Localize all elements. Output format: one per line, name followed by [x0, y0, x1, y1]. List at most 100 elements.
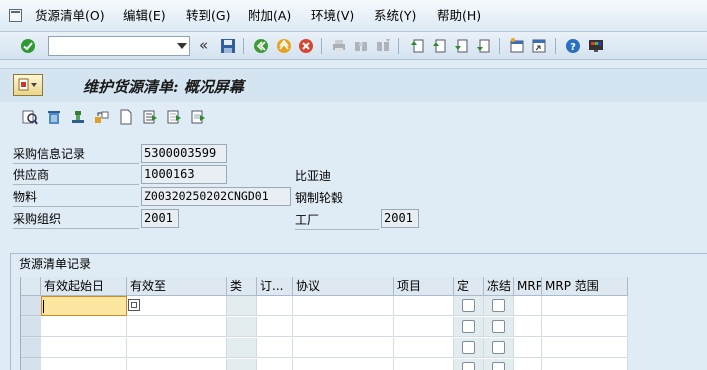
delete-icon[interactable]	[45, 109, 62, 125]
row-selector[interactable]	[21, 359, 41, 370]
column-header-valid-to[interactable]: 有效至	[127, 277, 227, 296]
material-field[interactable]: Z00320250202CNGD01	[141, 187, 291, 206]
agreement-cell[interactable]	[293, 359, 394, 370]
item-cell[interactable]	[394, 296, 454, 316]
help-icon[interactable]: ?	[564, 37, 582, 55]
valid-to-input[interactable]	[127, 359, 227, 370]
menu-system[interactable]: 系统(Y)	[374, 8, 416, 24]
column-header-valid-from[interactable]: 有效起始日	[41, 277, 127, 296]
category-cell[interactable]	[227, 359, 257, 370]
order-unit-cell[interactable]	[257, 338, 293, 358]
select-all-rows-button[interactable]	[21, 277, 41, 296]
overflow-chevron-icon[interactable]: «	[199, 36, 208, 54]
command-field[interactable]	[48, 36, 190, 56]
detail-icon[interactable]	[21, 109, 38, 125]
item-cell[interactable]	[394, 317, 454, 337]
agreement-cell[interactable]	[293, 317, 394, 337]
valid-from-input[interactable]	[41, 317, 127, 337]
create-session-icon[interactable]	[508, 37, 526, 55]
find-icon[interactable]	[352, 37, 370, 55]
info-record-field[interactable]: 5300003599	[141, 144, 227, 163]
find-next-icon[interactable]	[374, 37, 392, 55]
column-header-agreement[interactable]: 协议	[293, 277, 394, 296]
fixed-checkbox[interactable]	[462, 341, 475, 354]
order-unit-cell[interactable]	[257, 317, 293, 337]
enter-check-icon[interactable]	[19, 37, 37, 55]
valid-from-input[interactable]	[41, 338, 127, 358]
fix-icon[interactable]	[69, 109, 86, 125]
command-input[interactable]	[49, 37, 169, 55]
select-all-icon[interactable]	[141, 109, 158, 125]
fixed-checkbox[interactable]	[462, 362, 475, 370]
menu-goto[interactable]: 转到(G)	[186, 8, 230, 24]
column-header-blocked[interactable]: 冻结	[484, 277, 514, 296]
back-icon[interactable]	[252, 37, 270, 55]
menu-sourcelist[interactable]: 货源清单(O)	[35, 8, 105, 24]
item-cell[interactable]	[394, 359, 454, 370]
menu-help[interactable]: 帮助(H)	[437, 8, 481, 24]
item-cell[interactable]	[394, 338, 454, 358]
chevron-down-icon[interactable]	[177, 43, 187, 49]
blocked-checkbox[interactable]	[492, 299, 505, 312]
valid-from-input[interactable]	[41, 296, 127, 316]
transaction-menu-icon[interactable]	[13, 74, 43, 96]
column-header-fixed[interactable]: 定	[454, 277, 484, 296]
column-header-category[interactable]: 类	[227, 277, 257, 296]
menu-edit[interactable]: 编辑(E)	[123, 8, 166, 24]
order-unit-cell[interactable]	[257, 359, 293, 370]
window-menu-icon[interactable]	[9, 9, 22, 22]
category-cell[interactable]	[227, 317, 257, 337]
save-icon[interactable]	[219, 37, 237, 55]
mrp-area-cell[interactable]	[542, 317, 628, 337]
agreement-cell[interactable]	[293, 296, 394, 316]
valid-to-input[interactable]	[127, 296, 227, 316]
menu-extras[interactable]: 附加(A)	[248, 8, 291, 24]
valid-to-input[interactable]	[127, 338, 227, 358]
cancel-icon[interactable]	[297, 37, 315, 55]
mrp-cell[interactable]	[514, 359, 542, 370]
row-selector[interactable]	[21, 296, 41, 316]
row-selector[interactable]	[21, 317, 41, 337]
svg-text:?: ?	[570, 42, 576, 53]
row-selector[interactable]	[21, 338, 41, 358]
column-header-mrp[interactable]: MRP	[514, 277, 542, 296]
blocked-checkbox[interactable]	[492, 320, 505, 333]
mrp-cell[interactable]	[514, 338, 542, 358]
agreement-cell[interactable]	[293, 338, 394, 358]
menu-environment[interactable]: 环境(V)	[311, 8, 354, 24]
exit-icon[interactable]	[275, 37, 293, 55]
previous-page-icon[interactable]	[430, 37, 448, 55]
generate-icon[interactable]	[93, 109, 110, 125]
mrp-area-cell[interactable]	[542, 296, 628, 316]
blocked-checkbox[interactable]	[492, 341, 505, 354]
order-unit-cell[interactable]	[257, 296, 293, 316]
customize-layout-icon[interactable]	[587, 37, 605, 55]
deselect-icon[interactable]	[165, 109, 182, 125]
calendar-help-icon[interactable]	[128, 299, 140, 311]
vendor-field[interactable]: 1000163	[141, 165, 227, 184]
shortcut-icon[interactable]	[530, 37, 548, 55]
last-page-icon[interactable]	[474, 37, 492, 55]
print-icon[interactable]	[330, 37, 348, 55]
first-page-icon[interactable]	[408, 37, 426, 55]
valid-from-input[interactable]	[41, 359, 127, 370]
mrp-cell[interactable]	[514, 296, 542, 316]
mrp-area-cell[interactable]	[542, 338, 628, 358]
category-cell[interactable]	[227, 296, 257, 316]
column-header-order-unit[interactable]: 订...	[257, 277, 293, 296]
mrp-cell[interactable]	[514, 317, 542, 337]
column-header-mrp-area[interactable]: MRP 范围	[542, 277, 628, 296]
purchasing-org-field[interactable]: 2001	[141, 209, 179, 228]
category-cell[interactable]	[227, 338, 257, 358]
mrp-area-cell[interactable]	[542, 359, 628, 370]
new-entry-icon[interactable]	[117, 109, 134, 125]
fixed-checkbox[interactable]	[462, 299, 475, 312]
select-block-icon[interactable]	[189, 109, 206, 125]
plant-field[interactable]: 2001	[381, 209, 419, 228]
next-page-icon[interactable]	[452, 37, 470, 55]
column-header-item[interactable]: 项目	[394, 277, 454, 296]
blocked-checkbox[interactable]	[492, 362, 505, 370]
valid-to-input[interactable]	[127, 317, 227, 337]
fixed-checkbox[interactable]	[462, 320, 475, 333]
blocked-cell	[484, 359, 514, 370]
